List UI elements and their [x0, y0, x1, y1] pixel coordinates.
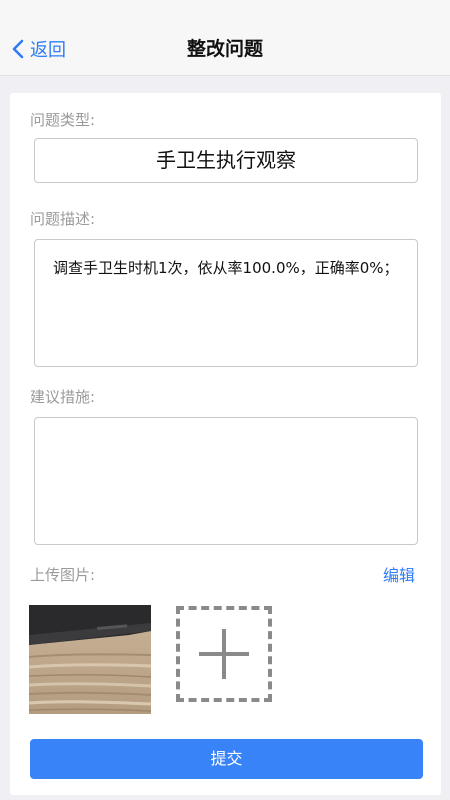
suggestion-text [35, 418, 417, 450]
suggestion-label: 建议措施: [30, 388, 96, 406]
edit-button[interactable]: 编辑 [383, 562, 415, 586]
page-title: 整改问题 [186, 38, 263, 60]
problem-description-text: 调查手卫生时机1次，依从率100.0%，正确率0%； [53, 259, 399, 277]
problem-type-label: 问题类型: [30, 111, 96, 129]
plus-icon [180, 610, 268, 698]
uploaded-photo-thumbnail[interactable] [29, 605, 151, 714]
add-photo-button[interactable] [176, 606, 272, 702]
problem-description-label: 问题描述: [30, 210, 96, 228]
upload-image-label: 上传图片: [30, 566, 96, 584]
form-card: 问题类型: 手卫生执行观察 问题描述: 调查手卫生时机1次，依从率100.0%，… [10, 93, 441, 795]
submit-button[interactable]: 提交 [30, 739, 423, 779]
nav-bar: 返回 整改问题 [0, 22, 450, 76]
suggestion-field[interactable] [34, 417, 418, 545]
problem-type-field[interactable]: 手卫生执行观察 [34, 138, 418, 183]
status-bar [0, 0, 450, 22]
problem-description-field[interactable]: 调查手卫生时机1次，依从率100.0%，正确率0%； [34, 239, 418, 367]
